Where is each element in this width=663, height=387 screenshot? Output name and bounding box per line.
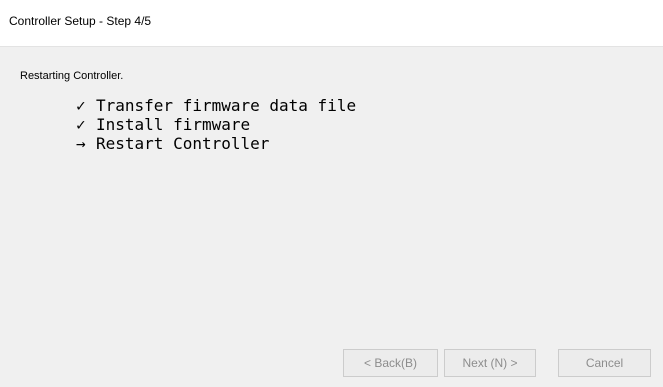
arrow-right-icon: → bbox=[76, 134, 86, 153]
step-label: Install firmware bbox=[96, 115, 251, 134]
step-label: Restart Controller bbox=[96, 134, 270, 153]
setup-dialog: Controller Setup - Step 4/5 Restarting C… bbox=[0, 0, 663, 387]
step-install-firmware: ✓ Install firmware bbox=[76, 115, 356, 134]
step-restart-controller: → Restart Controller bbox=[76, 134, 356, 153]
step-label: Transfer firmware data file bbox=[96, 96, 357, 115]
title-bar: Controller Setup - Step 4/5 bbox=[0, 0, 663, 46]
step-list: ✓ Transfer firmware data file ✓ Install … bbox=[76, 96, 356, 153]
title-divider bbox=[0, 46, 663, 47]
cancel-button[interactable]: Cancel bbox=[558, 349, 651, 377]
next-button[interactable]: Next (N) > bbox=[444, 349, 536, 377]
window-title: Controller Setup - Step 4/5 bbox=[9, 14, 152, 28]
status-message: Restarting Controller. bbox=[20, 70, 124, 82]
checkmark-icon: ✓ bbox=[76, 115, 86, 134]
back-button[interactable]: < Back(B) bbox=[343, 349, 438, 377]
checkmark-icon: ✓ bbox=[76, 96, 86, 115]
step-transfer-firmware: ✓ Transfer firmware data file bbox=[76, 96, 356, 115]
